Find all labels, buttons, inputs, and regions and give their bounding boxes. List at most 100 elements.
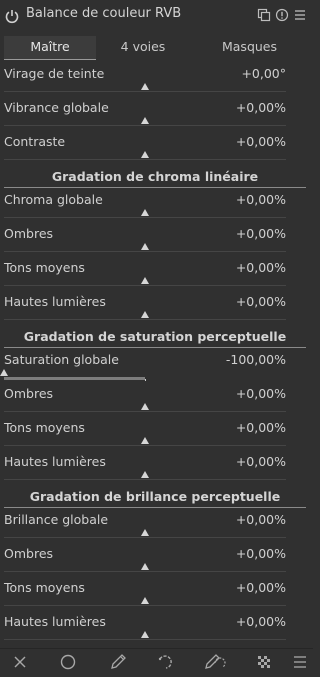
tab-masques[interactable]: Masques bbox=[190, 36, 309, 59]
slider-track[interactable] bbox=[4, 217, 286, 218]
slider-label: Contraste bbox=[4, 134, 66, 149]
slider-marker[interactable] bbox=[141, 311, 149, 318]
slider-track[interactable] bbox=[4, 91, 286, 92]
slider-track[interactable] bbox=[4, 159, 286, 160]
slider-track[interactable] bbox=[4, 537, 286, 538]
slider-value[interactable]: +0,00% bbox=[236, 614, 286, 629]
section-divider bbox=[4, 347, 306, 348]
slider-brillance-ombres[interactable]: Ombres +0,00% bbox=[4, 546, 286, 581]
slider-chroma-tons-moyens[interactable]: Tons moyens +0,00% bbox=[4, 260, 286, 295]
slider-track[interactable] bbox=[4, 445, 286, 446]
slider-label: Virage de teinte bbox=[4, 66, 105, 81]
slider-marker[interactable] bbox=[141, 437, 149, 444]
slider-label: Ombres bbox=[4, 546, 54, 561]
slider-chroma-globale[interactable]: Chroma globale +0,00% bbox=[4, 192, 286, 227]
slider-saturation-globale[interactable]: Saturation globale -100,00% bbox=[0, 352, 286, 387]
slider-value[interactable]: +0,00% bbox=[236, 294, 286, 309]
slider-value[interactable]: +0,00% bbox=[236, 580, 286, 595]
slider-marker[interactable] bbox=[141, 83, 149, 90]
slider-value[interactable]: +0,00% bbox=[236, 386, 286, 401]
circle-icon[interactable] bbox=[59, 653, 77, 671]
section-divider bbox=[4, 187, 306, 188]
slider-label: Ombres bbox=[4, 386, 54, 401]
slider-brillance-hautes-lumieres[interactable]: Hautes lumières +0,00% bbox=[4, 614, 286, 649]
power-icon[interactable] bbox=[4, 8, 20, 24]
header-icons bbox=[257, 8, 307, 22]
parametric-icon[interactable] bbox=[203, 653, 227, 671]
slider-chroma-hautes-lumieres[interactable]: Hautes lumières +0,00% bbox=[4, 294, 286, 329]
tab-maitre[interactable]: Maître bbox=[4, 36, 96, 60]
slider-track[interactable] bbox=[4, 411, 286, 412]
section-divider bbox=[4, 507, 306, 508]
slider-value[interactable]: +0,00% bbox=[236, 100, 286, 115]
mask-toolbar bbox=[0, 648, 313, 677]
slider-saturation-ombres[interactable]: Ombres +0,00% bbox=[4, 386, 286, 421]
slider-value[interactable]: +0,00% bbox=[236, 512, 286, 527]
presets-icon[interactable] bbox=[293, 8, 307, 22]
slider-saturation-tons-moyens[interactable]: Tons moyens +0,00% bbox=[4, 420, 286, 455]
slider-marker[interactable] bbox=[141, 597, 149, 604]
slider-marker[interactable] bbox=[141, 529, 149, 536]
slider-value[interactable]: +0,00% bbox=[236, 192, 286, 207]
slider-brillance-globale[interactable]: Brillance globale +0,00% bbox=[4, 512, 286, 547]
slider-track[interactable] bbox=[4, 639, 286, 640]
slider-marker[interactable] bbox=[141, 471, 149, 478]
slider-label: Brillance globale bbox=[4, 512, 109, 527]
instances-icon[interactable] bbox=[257, 8, 271, 22]
slider-marker[interactable] bbox=[141, 209, 149, 216]
slider-label: Ombres bbox=[4, 226, 54, 241]
slider-value[interactable]: -100,00% bbox=[226, 352, 286, 367]
slider-brillance-tons-moyens[interactable]: Tons moyens +0,00% bbox=[4, 580, 286, 615]
slider-marker[interactable] bbox=[141, 151, 149, 158]
slider-label: Tons moyens bbox=[4, 420, 85, 435]
slider-vibrance-globale[interactable]: Vibrance globale +0,00% bbox=[4, 100, 286, 135]
slider-value[interactable]: +0,00% bbox=[236, 226, 286, 241]
tab-4-voies[interactable]: 4 voies bbox=[96, 36, 190, 59]
slider-label: Chroma globale bbox=[4, 192, 103, 207]
slider-track[interactable] bbox=[4, 285, 286, 286]
slider-marker[interactable] bbox=[141, 563, 149, 570]
slider-marker[interactable] bbox=[141, 277, 149, 284]
slider-marker[interactable] bbox=[141, 117, 149, 124]
slider-contraste[interactable]: Contraste +0,00% bbox=[4, 134, 286, 169]
slider-center-dot bbox=[145, 379, 146, 381]
slider-value[interactable]: +0,00% bbox=[236, 134, 286, 149]
slider-label: Hautes lumières bbox=[4, 614, 106, 629]
slider-label: Tons moyens bbox=[4, 260, 85, 275]
module-header: Balance de couleur RVB bbox=[0, 0, 313, 32]
slider-track[interactable] bbox=[4, 605, 286, 606]
slider-virage-de-teinte[interactable]: Virage de teinte +0,00° bbox=[4, 66, 286, 101]
slider-marker[interactable] bbox=[0, 369, 8, 376]
section-saturation: Gradation de saturation perceptuelle bbox=[4, 329, 306, 348]
slider-label: Hautes lumières bbox=[4, 454, 106, 469]
pencil-icon[interactable] bbox=[108, 653, 128, 671]
close-icon[interactable] bbox=[11, 653, 29, 671]
section-chroma: Gradation de chroma linéaire bbox=[4, 169, 306, 188]
slider-track[interactable] bbox=[4, 251, 286, 252]
slider-value[interactable]: +0,00° bbox=[241, 66, 286, 81]
section-title: Gradation de chroma linéaire bbox=[51, 169, 259, 184]
slider-marker[interactable] bbox=[141, 403, 149, 410]
slider-value[interactable]: +0,00% bbox=[236, 260, 286, 275]
slider-marker[interactable] bbox=[141, 631, 149, 638]
slider-track[interactable] bbox=[4, 319, 286, 320]
slider-track[interactable] bbox=[4, 125, 286, 126]
reset-icon[interactable] bbox=[275, 8, 289, 22]
slider-track[interactable] bbox=[4, 479, 286, 480]
slider-marker[interactable] bbox=[141, 243, 149, 250]
slider-fill[interactable] bbox=[4, 377, 145, 380]
section-brillance: Gradation de brillance perceptuelle bbox=[4, 489, 306, 508]
slider-value[interactable]: +0,00% bbox=[236, 454, 286, 469]
slider-chroma-ombres[interactable]: Ombres +0,00% bbox=[4, 226, 286, 261]
menu-icon[interactable] bbox=[292, 653, 308, 671]
checker-icon[interactable] bbox=[255, 653, 273, 671]
slider-saturation-hautes-lumieres[interactable]: Hautes lumières +0,00% bbox=[4, 454, 286, 489]
slider-track[interactable] bbox=[4, 571, 286, 572]
tab-bar: Maître 4 voies Masques bbox=[0, 36, 313, 60]
slider-label: Tons moyens bbox=[4, 580, 85, 595]
slider-label: Vibrance globale bbox=[4, 100, 109, 115]
curve-icon[interactable] bbox=[157, 653, 177, 671]
slider-value[interactable]: +0,00% bbox=[236, 420, 286, 435]
slider-value[interactable]: +0,00% bbox=[236, 546, 286, 561]
section-title: Gradation de brillance perceptuelle bbox=[29, 489, 281, 504]
